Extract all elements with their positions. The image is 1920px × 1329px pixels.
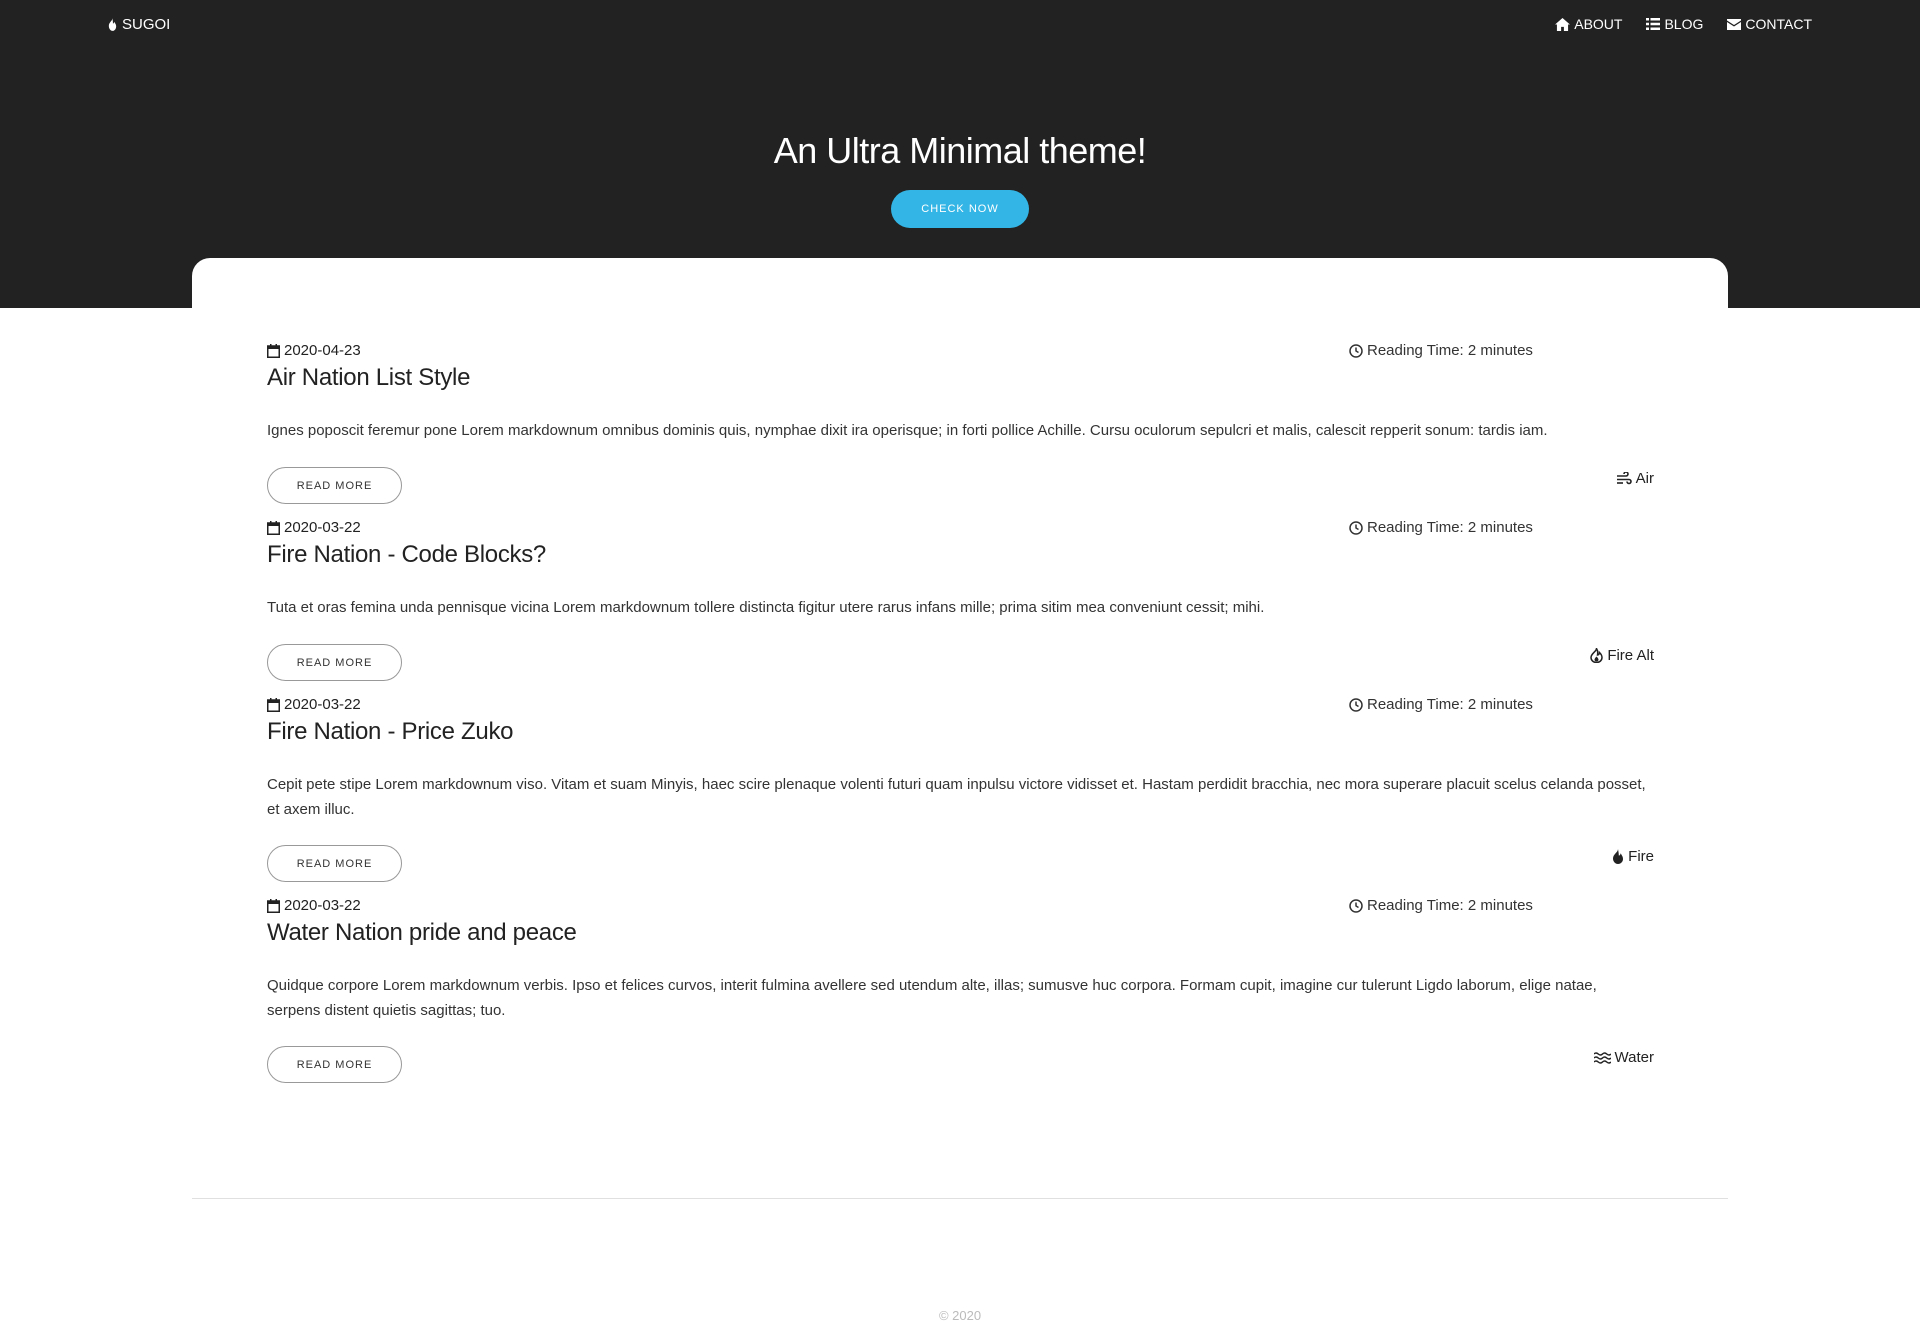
post-tag-label: Fire <box>1628 848 1654 865</box>
post-reading-text: Reading Time: 2 minutes <box>1367 696 1533 713</box>
post-title[interactable]: Air Nation List Style <box>267 364 470 392</box>
calendar-icon <box>267 697 280 712</box>
post-excerpt: Tuta et oras femina unda pennisque vicin… <box>267 599 1265 616</box>
calendar-icon <box>267 520 280 535</box>
post-date-text: 2020-03-22 <box>284 897 361 914</box>
post-date: 2020-03-22 <box>267 519 361 536</box>
nav-link-about[interactable]: ABOUT <box>1555 16 1622 32</box>
post-reading-time: Reading Time: 2 minutes <box>1349 342 1533 359</box>
post-reading-time: Reading Time: 2 minutes <box>1349 696 1533 713</box>
post-tag[interactable]: Fire <box>1612 848 1654 865</box>
brand-link[interactable]: SUGOI <box>107 16 170 33</box>
post-title[interactable]: Water Nation pride and peace <box>267 919 577 947</box>
post-title[interactable]: Fire Nation - Price Zuko <box>267 718 514 746</box>
post-date-text: 2020-03-22 <box>284 519 361 536</box>
read-more-button[interactable]: READ MORE <box>267 845 402 882</box>
post-reading-time: Reading Time: 2 minutes <box>1349 519 1533 536</box>
post-reading-time: Reading Time: 2 minutes <box>1349 897 1533 914</box>
hero-title: An Ultra Minimal theme! <box>773 130 1147 171</box>
list-icon <box>1646 18 1661 30</box>
post-tag-label: Fire Alt <box>1607 647 1654 664</box>
fire-alt-icon <box>1590 648 1604 663</box>
post-reading-text: Reading Time: 2 minutes <box>1367 342 1533 359</box>
nav-link-label: ABOUT <box>1574 16 1623 32</box>
fire-icon <box>108 18 117 31</box>
nav-link-label: CONTACT <box>1745 16 1812 32</box>
clock-icon <box>1349 898 1363 913</box>
post-excerpt: Cepit pete stipe Lorem markdownum viso. … <box>267 776 1646 818</box>
nav-link-label: BLOG <box>1664 16 1704 32</box>
check-now-button[interactable]: CHECK NOW <box>891 190 1029 228</box>
post-tag-label: Water <box>1614 1049 1654 1066</box>
post-tag[interactable]: Fire Alt <box>1590 647 1654 664</box>
fire-icon <box>1613 849 1624 864</box>
read-more-button[interactable]: READ MORE <box>267 644 402 681</box>
clock-icon <box>1349 520 1363 535</box>
brand-name: SUGOI <box>122 16 171 33</box>
calendar-icon <box>267 898 280 913</box>
post-date: 2020-03-22 <box>267 696 361 713</box>
post-tag-label: Air <box>1635 470 1654 487</box>
post-date: 2020-04-23 <box>267 342 361 359</box>
post-reading-text: Reading Time: 2 minutes <box>1367 519 1533 536</box>
read-more-button[interactable]: READ MORE <box>267 1046 402 1083</box>
clock-icon <box>1349 697 1363 712</box>
post-title[interactable]: Fire Nation - Code Blocks? <box>267 541 546 569</box>
post-date: 2020-03-22 <box>267 897 361 914</box>
calendar-icon <box>267 343 280 358</box>
nav-link-blog[interactable]: BLOG <box>1646 16 1703 32</box>
posts-card: 2020-04-23 Reading Time: 2 minutes Air N… <box>192 258 1728 1198</box>
main-nav: ABOUT BLOG CONTACT <box>1555 16 1812 32</box>
post-tag[interactable]: Water <box>1593 1049 1654 1066</box>
wind-icon <box>1616 472 1632 485</box>
footer-copyright: © 2020 <box>938 1308 982 1323</box>
clock-icon <box>1349 343 1363 358</box>
post-reading-text: Reading Time: 2 minutes <box>1367 897 1533 914</box>
post-excerpt: Ignes poposcit feremur pone Lorem markdo… <box>267 422 1548 439</box>
home-icon <box>1555 17 1571 31</box>
read-more-button[interactable]: READ MORE <box>267 467 402 504</box>
footer-divider <box>192 1198 1728 1199</box>
post-excerpt: Quidque corpore Lorem markdownum verbis.… <box>267 977 1597 1019</box>
nav-link-contact[interactable]: CONTACT <box>1727 16 1812 32</box>
water-icon <box>1593 1051 1611 1064</box>
post-tag[interactable]: Air <box>1616 470 1654 487</box>
post-date-text: 2020-03-22 <box>284 696 361 713</box>
envelope-icon <box>1727 18 1742 30</box>
post-date-text: 2020-04-23 <box>284 342 361 359</box>
